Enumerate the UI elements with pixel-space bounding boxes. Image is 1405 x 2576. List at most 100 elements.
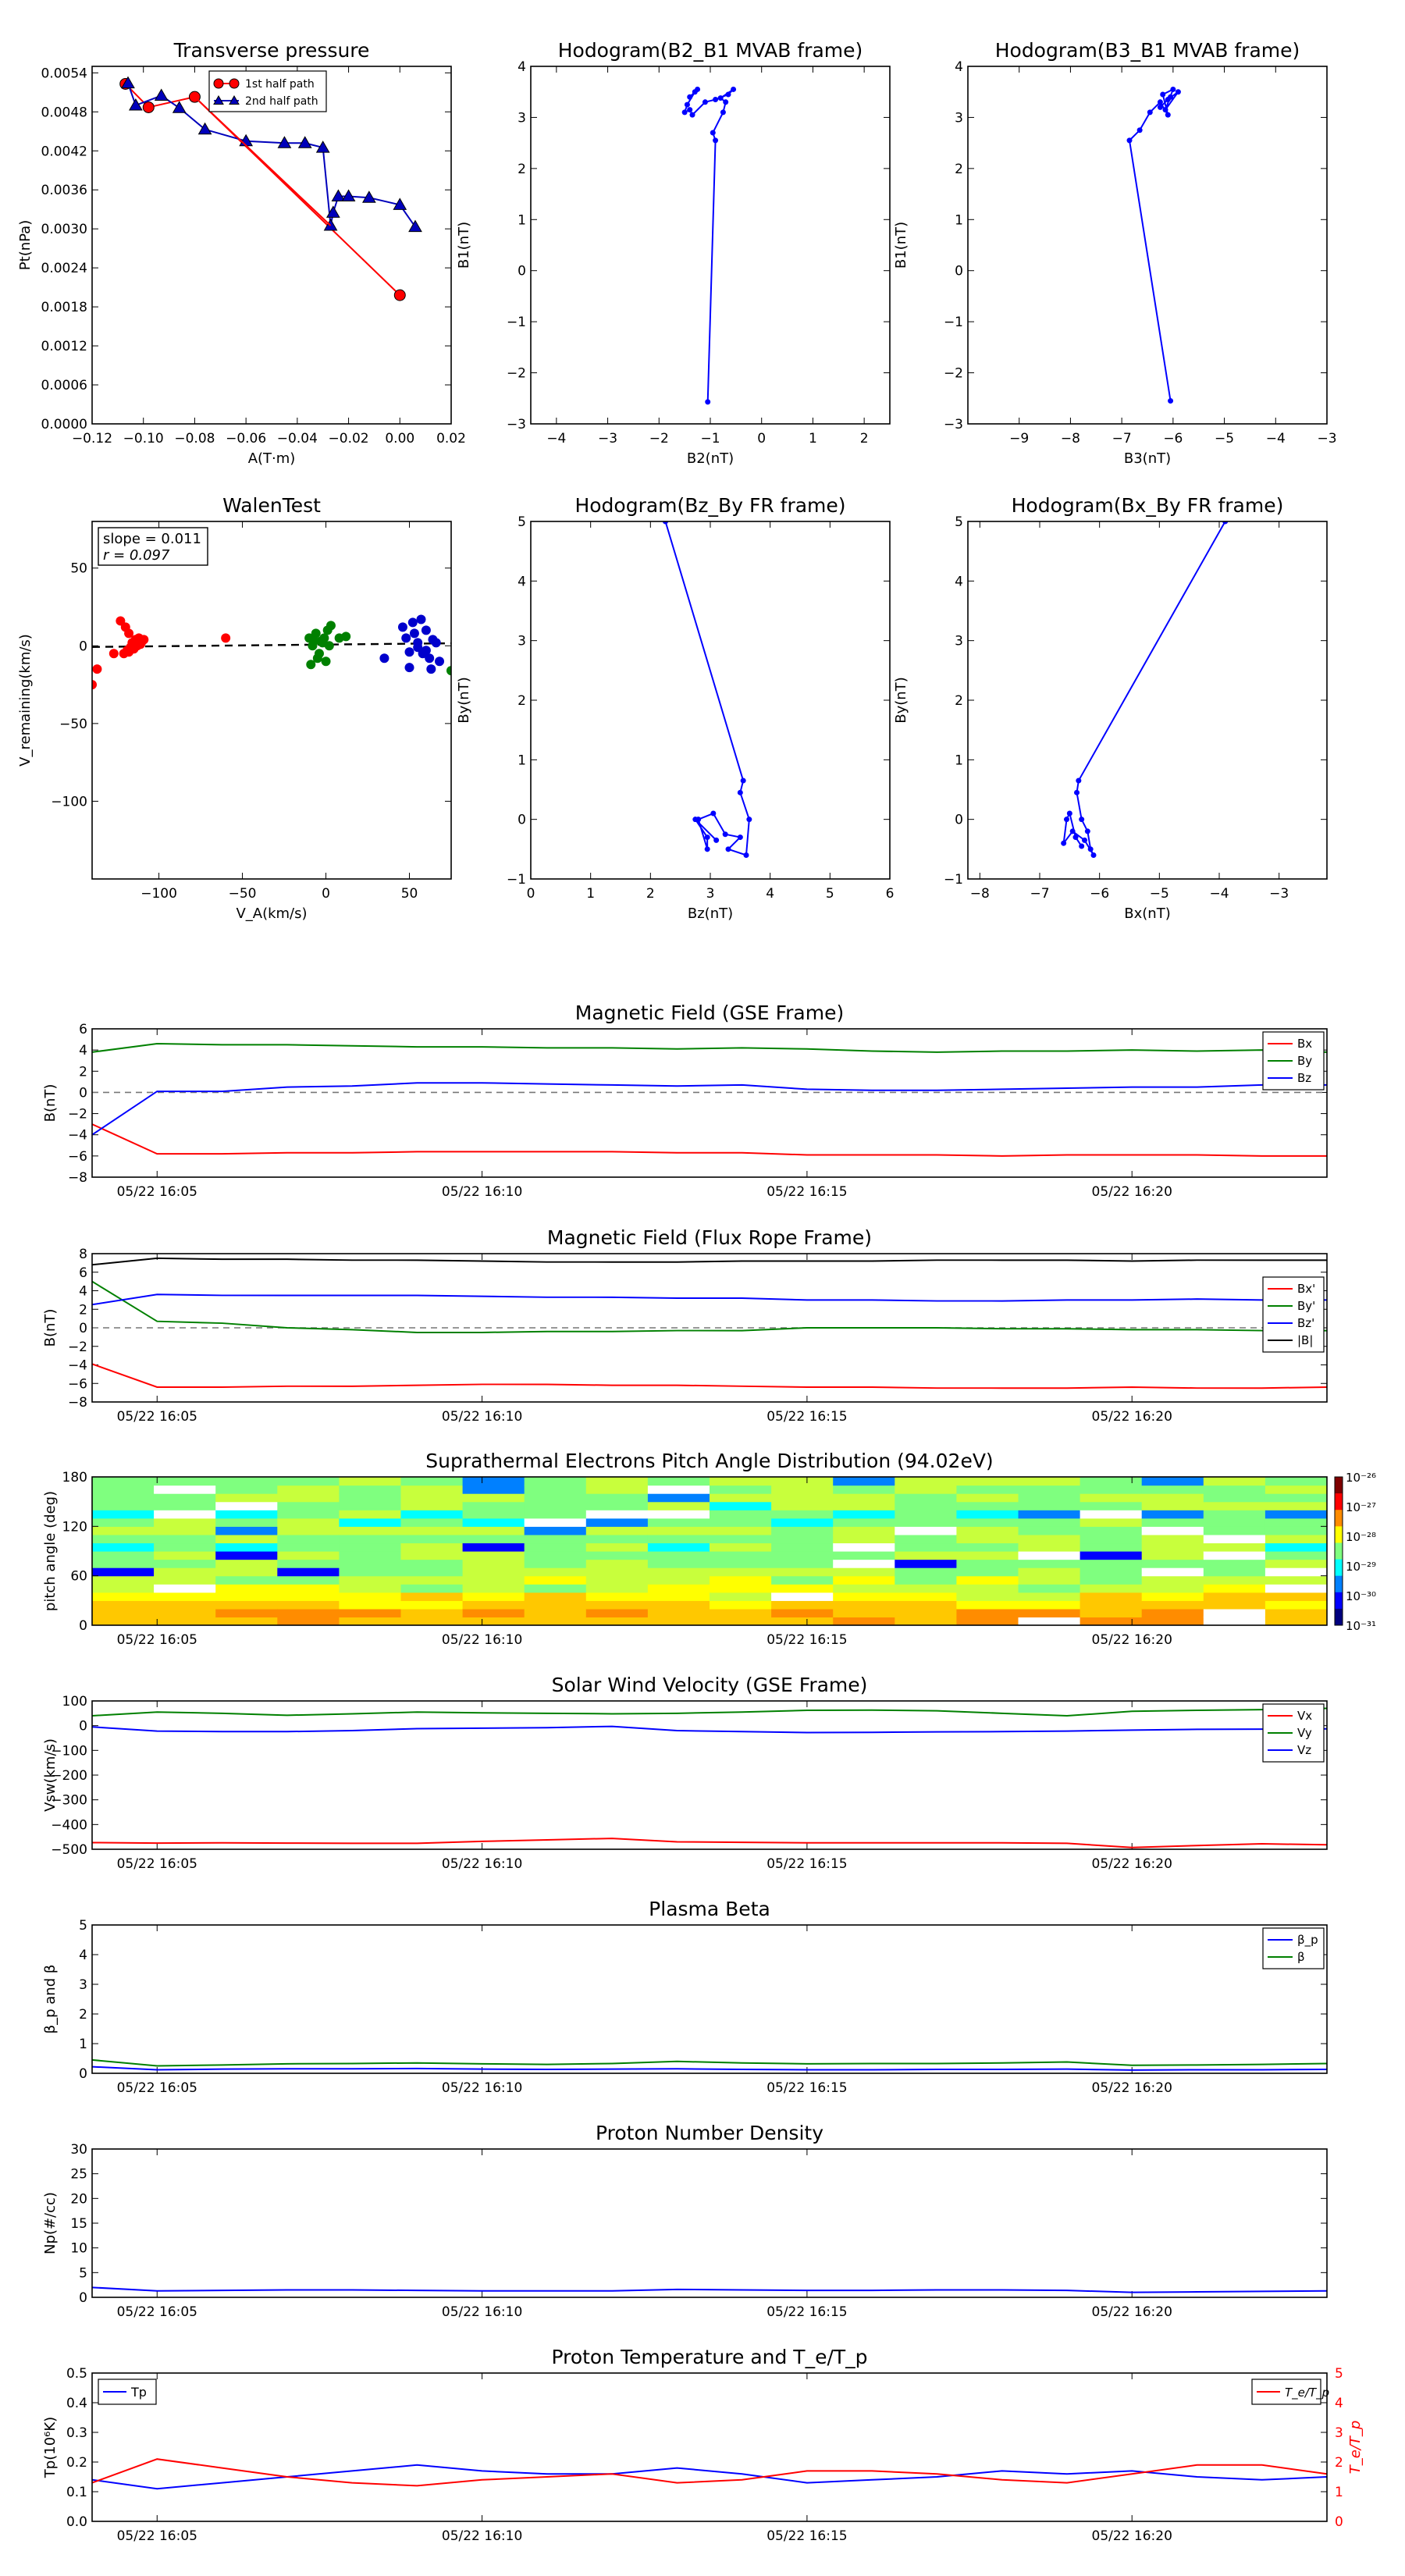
heatmap-cell	[771, 1510, 834, 1519]
heatmap-cell	[895, 1501, 957, 1510]
heatmap-cell	[956, 1608, 1019, 1618]
data-point	[737, 834, 743, 841]
heatmap-cell	[1264, 1617, 1327, 1625]
heatmap-cell	[339, 1559, 402, 1568]
heatmap-cell	[710, 1542, 772, 1552]
plot-area	[92, 2058, 1327, 2071]
heatmap-cell	[1203, 1534, 1266, 1544]
heatmap-cell	[154, 1542, 216, 1552]
chart-title: Hodogram(Bx_By FR frame)	[1012, 494, 1284, 517]
plot-area	[92, 2458, 1327, 2490]
data-point	[172, 101, 187, 113]
heatmap-cell	[956, 1567, 1019, 1577]
heatmap-cell	[956, 1493, 1019, 1503]
x-tick-label: 05/22 16:10	[442, 1184, 522, 1200]
heatmap-cell	[647, 1510, 710, 1519]
heatmap-cell	[1080, 1575, 1143, 1585]
heatmap-cell	[154, 1510, 216, 1519]
heatmap-cell	[771, 1485, 834, 1494]
data-point	[426, 664, 436, 674]
heatmap-cell	[771, 1534, 834, 1544]
y-tick-label: 0.3	[66, 2425, 87, 2441]
heatmap-cell	[1080, 1617, 1143, 1625]
heatmap-cell	[400, 1542, 464, 1552]
heatmap-cell	[400, 1477, 464, 1486]
chart-hBxBy: Hodogram(Bx_By FR frame) −8 −7 −6 −5 −4 −3 −1 0 1…	[893, 494, 1328, 922]
heatmap-cell	[647, 1501, 710, 1510]
y-tick-label: −3	[507, 417, 526, 432]
heatmap-cell	[524, 1534, 587, 1544]
y-tick-label: −2	[68, 1340, 87, 1355]
plot-frame	[967, 66, 1328, 425]
heatmap-cell	[647, 1567, 710, 1577]
heatmap-cell	[585, 1501, 649, 1510]
y2-tick-label: 2	[1335, 2455, 1343, 2471]
heatmap-cell	[1018, 1517, 1081, 1527]
heatmap-cell	[92, 1477, 155, 1486]
heatmap-cell	[1264, 1592, 1327, 1601]
chart-title: Proton Temperature and T_e/T_p	[551, 2346, 867, 2368]
legend-label: Tp	[130, 2385, 147, 2400]
data-point	[1136, 127, 1143, 133]
y-tick-label: 0	[79, 1321, 87, 1336]
heatmap-cell	[585, 1617, 649, 1625]
heatmap-cell	[710, 1600, 772, 1610]
y-tick-label: −1	[507, 872, 526, 888]
plot-area	[92, 1707, 1327, 1848]
heatmap-cell	[154, 1567, 216, 1577]
heatmap-cell	[895, 1542, 957, 1552]
heatmap-cell	[462, 1501, 525, 1510]
y-tick-label: 0	[79, 1719, 87, 1735]
series-line	[92, 2065, 1327, 2071]
heatmap-cell	[92, 1567, 155, 1577]
heatmap-cell	[833, 1592, 895, 1601]
data-point	[1061, 840, 1067, 846]
heatmap-cell	[585, 1592, 649, 1601]
heatmap-cell	[277, 1617, 340, 1625]
heatmap-cell	[154, 1617, 216, 1625]
heatmap-cell	[771, 1600, 834, 1610]
heatmap-cell	[833, 1559, 895, 1568]
heatmap-cell	[154, 1493, 216, 1503]
y-tick-label: 1	[955, 212, 963, 228]
plot-frame	[91, 2148, 1328, 2298]
legend-label: T_e/T_p	[1285, 2386, 1329, 2400]
heatmap-cell	[277, 1608, 340, 1618]
data-point	[713, 137, 719, 144]
heatmap-cell	[710, 1592, 772, 1601]
heatmap-cell	[339, 1592, 402, 1601]
data-point	[740, 777, 746, 784]
heatmap-cell	[1141, 1608, 1204, 1618]
heatmap-cell	[277, 1517, 340, 1527]
heatmap-cell	[1264, 1608, 1327, 1618]
heatmap-cell	[1203, 1510, 1266, 1519]
heatmap-cell	[215, 1608, 278, 1618]
y-tick-label: 0.0	[66, 2514, 87, 2530]
y2-axis-label: T_e/T_p	[1347, 2421, 1364, 2475]
heatmap-cell	[771, 1592, 834, 1601]
heatmap-cell	[895, 1517, 957, 1527]
heatmap-cell	[339, 1600, 402, 1610]
heatmap-cell	[833, 1517, 895, 1527]
series-line	[92, 1293, 1327, 1306]
x-tick-label: 05/22 16:15	[767, 1856, 847, 1872]
plot-frame	[91, 2372, 1328, 2522]
y-axis-label: Vsw(km/s)	[42, 1738, 59, 1812]
heatmap-cell	[1141, 1567, 1204, 1577]
heatmap-cell	[215, 1575, 278, 1585]
x-tick-label: −2	[649, 431, 669, 447]
data-point	[1064, 817, 1069, 823]
plot-area	[663, 521, 752, 858]
y2-tick-label: 0	[1335, 2514, 1343, 2530]
heatmap-cell	[833, 1526, 895, 1535]
y-tick-label: 2	[79, 2007, 87, 2023]
y-tick-label: 0	[518, 264, 526, 279]
heatmap-cell	[215, 1617, 278, 1625]
colorbar-segment	[1335, 1510, 1343, 1527]
data-point	[416, 614, 426, 624]
y-axis-label: Np(#/cc)	[42, 2192, 59, 2254]
x-tick-label: −5	[1215, 431, 1234, 447]
heatmap-cell	[1018, 1501, 1081, 1510]
series-line	[1128, 87, 1179, 401]
heatmap-cell	[277, 1534, 340, 1544]
